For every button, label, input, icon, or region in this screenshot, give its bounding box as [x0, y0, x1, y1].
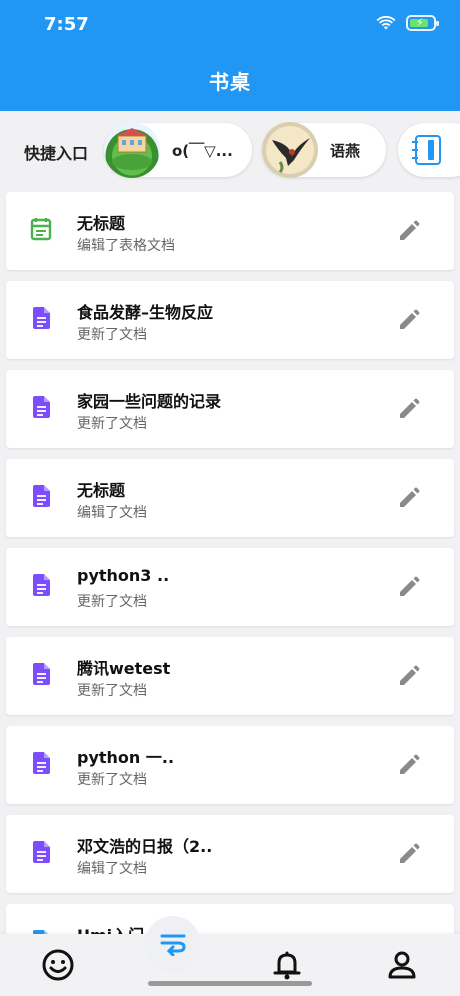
document-card[interactable]: 无标题 编辑了文档: [6, 459, 454, 537]
edit-icon[interactable]: [398, 487, 420, 509]
document-title: 家园一些问题的记录: [77, 392, 222, 411]
document-subtitle: 编辑了文档: [77, 505, 147, 521]
spreadsheet-icon: [30, 218, 52, 241]
avatar: [262, 122, 318, 178]
document-card[interactable]: 无标题编辑了表格文档: [6, 192, 454, 270]
document-card[interactable]: 腾讯wetest 更新了文档: [6, 637, 454, 715]
profile-icon[interactable]: [385, 948, 419, 982]
document-card[interactable]: 食品发酵–生物反应 更新了文档: [6, 281, 454, 359]
document-icon: [33, 841, 50, 863]
home-indicator: [148, 981, 312, 986]
document-card[interactable]: python 一.. 更新了文档: [6, 726, 454, 804]
document-subtitle: 更新了文档: [77, 772, 147, 788]
status-icons: ⚡: [376, 15, 439, 31]
edit-icon[interactable]: [398, 309, 420, 331]
bell-icon[interactable]: [270, 948, 304, 982]
document-subtitle: 更新了文档: [77, 594, 147, 610]
edit-icon[interactable]: [398, 665, 420, 687]
app-header: 7:57 ⚡ 书桌: [0, 0, 460, 111]
notebook-icon: [412, 135, 441, 165]
document-title: 腾讯wetest: [77, 659, 171, 678]
edit-icon[interactable]: [398, 576, 420, 598]
document-card[interactable]: python3 .. 更新了文档: [6, 548, 454, 626]
document-title: 邓文浩的日报（2..: [77, 837, 213, 856]
edit-icon[interactable]: [398, 220, 420, 242]
document-card[interactable]: 家园一些问题的记录 更新了文档: [6, 370, 454, 448]
switch-button[interactable]: [145, 916, 201, 972]
document-title: 无标题: [77, 214, 126, 233]
status-time: 7:57: [44, 14, 89, 35]
document-title: 食品发酵–生物反应: [77, 303, 214, 322]
page-title: 书桌: [209, 70, 251, 94]
quick-entry-item[interactable]: [398, 123, 460, 177]
quick-entry-row: 快捷入口 o(￣▽... 语燕: [0, 111, 460, 189]
document-icon: [33, 307, 50, 329]
avatar: [104, 122, 160, 178]
document-icon: [33, 396, 50, 418]
battery-icon: ⚡: [406, 15, 439, 31]
document-subtitle: 更新了文档: [77, 327, 147, 343]
document-title: 无标题: [77, 481, 126, 500]
quick-entry-item[interactable]: 语燕: [262, 122, 386, 178]
quick-entry-item[interactable]: o(￣▽...: [104, 122, 252, 178]
document-icon: [33, 752, 50, 774]
wifi-icon: [376, 15, 396, 30]
edit-icon[interactable]: [398, 398, 420, 420]
bottom-nav: [0, 916, 460, 996]
document-subtitle: 编辑了表格文档: [77, 238, 175, 254]
document-icon: [33, 663, 50, 685]
edit-icon[interactable]: [398, 843, 420, 865]
document-card[interactable]: 邓文浩的日报（2.. 编辑了文档: [6, 815, 454, 893]
document-subtitle: 编辑了文档: [77, 861, 147, 877]
document-icon: [33, 574, 50, 596]
smile-icon[interactable]: [41, 948, 75, 982]
document-subtitle: 更新了文档: [77, 416, 147, 432]
document-subtitle: 更新了文档: [77, 683, 147, 699]
quick-entry-label: 快捷入口: [24, 144, 89, 163]
edit-icon[interactable]: [398, 754, 420, 776]
switch-icon: [160, 934, 186, 956]
quick-entry-name: o(￣▽...: [172, 141, 233, 160]
quick-entry-name: 语燕: [330, 141, 361, 160]
document-title: python 一..: [77, 748, 175, 767]
document-title: python3 ..: [77, 566, 170, 585]
document-icon: [33, 485, 50, 507]
